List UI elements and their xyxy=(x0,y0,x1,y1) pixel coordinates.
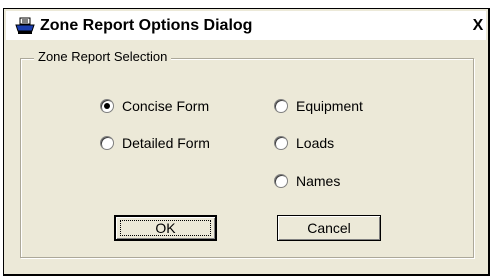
dialog-title: Zone Report Options Dialog xyxy=(40,17,253,34)
ok-button-label: OK xyxy=(155,220,176,236)
radio-label: Loads xyxy=(296,135,335,151)
radio-equipment[interactable]: Equipment xyxy=(274,97,363,115)
radio-loads[interactable]: Loads xyxy=(274,134,334,152)
close-button[interactable]: X xyxy=(468,14,488,38)
radio-button-checked[interactable] xyxy=(100,99,114,113)
radio-button[interactable] xyxy=(274,99,288,113)
cancel-button[interactable]: Cancel xyxy=(277,215,381,241)
group-label: Zone Report Selection xyxy=(34,49,172,64)
radio-button[interactable] xyxy=(100,136,114,150)
radio-button[interactable] xyxy=(274,174,288,188)
ok-button[interactable]: OK xyxy=(114,215,217,241)
radio-label: Concise Form xyxy=(122,98,210,114)
radio-button[interactable] xyxy=(274,136,288,150)
radio-label: Names xyxy=(296,173,341,189)
radio-label: Equipment xyxy=(296,98,363,114)
radio-label: Detailed Form xyxy=(122,135,210,151)
zone-report-selection-group: Zone Report Selection Concise Form Detai… xyxy=(20,49,474,258)
printer-icon xyxy=(15,17,35,35)
title-bar[interactable]: Zone Report Options Dialog X xyxy=(6,11,486,40)
radio-detailed-form[interactable]: Detailed Form xyxy=(100,134,210,152)
cancel-button-label: Cancel xyxy=(307,220,351,236)
zone-report-options-dialog: Zone Report Options Dialog X Zone Report… xyxy=(3,8,490,276)
radio-concise-form[interactable]: Concise Form xyxy=(100,97,209,115)
radio-names[interactable]: Names xyxy=(274,172,340,190)
